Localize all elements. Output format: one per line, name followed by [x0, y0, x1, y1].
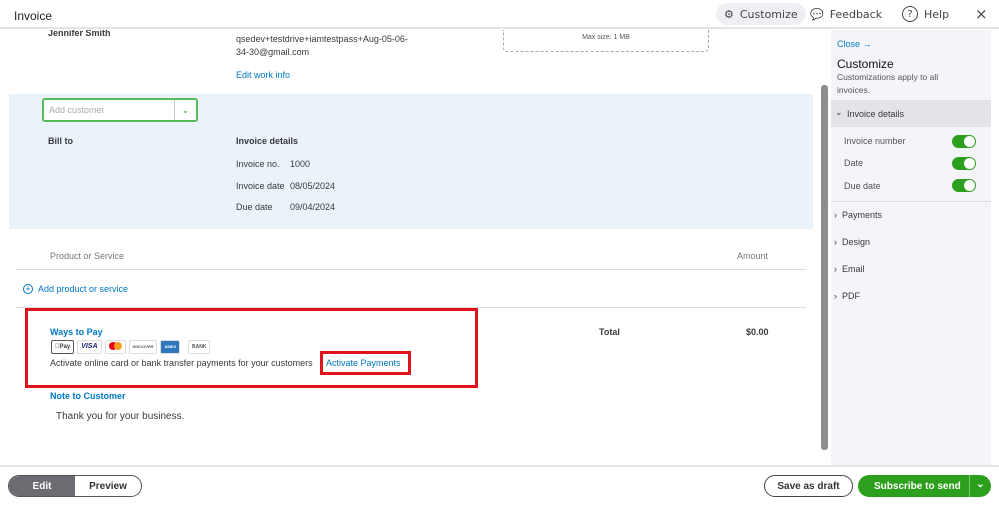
section-design[interactable]: › Design	[834, 237, 870, 247]
add-product-button[interactable]: + Add product or service	[23, 284, 128, 294]
preview-tab[interactable]: Preview	[75, 476, 141, 496]
edit-tab[interactable]: Edit	[9, 476, 75, 496]
add-product-label: Add product or service	[38, 284, 129, 294]
toggle-label-date: Date	[844, 158, 864, 168]
feedback-button[interactable]: 💬 Feedback	[810, 3, 882, 25]
date-toggle[interactable]	[952, 157, 976, 170]
edit-work-info-link[interactable]: Edit work info	[236, 70, 290, 80]
section-pdf[interactable]: › PDF	[834, 291, 860, 301]
customer-email-2: 34-30@gmail.com	[236, 47, 310, 57]
plus-circle-icon: +	[23, 284, 33, 294]
feedback-label: Feedback	[829, 7, 883, 21]
toggle-label-invoice-number: Invoice number	[844, 136, 906, 146]
total-value: $0.00	[746, 327, 769, 337]
header: Invoice ⚙ Customize 💬 Feedback ? Help ×	[0, 0, 999, 29]
apple-pay-icon: Pay	[51, 340, 75, 354]
section-label: Invoice details	[847, 109, 905, 119]
page-title: Invoice	[14, 9, 53, 23]
subscribe-button[interactable]: Subscribe to send ⌄	[858, 475, 991, 497]
section-label: PDF	[842, 291, 861, 301]
help-label: Help	[924, 7, 950, 21]
due-date-label: Due date	[236, 202, 273, 212]
ways-to-pay-text: Activate online card or bank transfer pa…	[50, 358, 313, 368]
chevron-down-icon[interactable]: ⌄	[969, 475, 991, 497]
ways-to-pay-heading: Ways to Pay	[50, 327, 103, 337]
save-draft-button[interactable]: Save as draft	[764, 475, 853, 497]
visa-icon: VISA	[77, 340, 102, 354]
chevron-right-icon: ›	[834, 264, 837, 274]
section-label: Design	[842, 237, 871, 247]
bill-to-label: Bill to	[48, 136, 73, 146]
invoice-number-toggle[interactable]	[952, 135, 976, 148]
toggle-label-due-date: Due date	[844, 181, 881, 191]
amount-column-header: Amount	[737, 251, 769, 261]
bank-icon: BANK	[188, 340, 211, 354]
section-invoice-details[interactable]: ⌄ Invoice details	[831, 100, 991, 127]
mastercard-icon	[104, 340, 126, 354]
total-label: Total	[599, 327, 620, 337]
logo-hint: Max size: 1 MB	[582, 34, 630, 41]
footer: Edit Preview Save as draft Subscribe to …	[0, 465, 999, 505]
activate-payments-link[interactable]: Activate Payments	[326, 358, 401, 368]
invoice-date-label: Invoice date	[236, 181, 285, 191]
section-payments[interactable]: › Payments	[834, 210, 882, 220]
discover-icon: DISCOVER	[128, 340, 158, 354]
divider	[831, 201, 991, 202]
add-customer-dropdown[interactable]: Add customer ⌄	[42, 98, 198, 122]
edit-preview-toggle[interactable]: Edit Preview	[8, 475, 142, 497]
customize-panel: Close → Customize Customizations apply t…	[831, 30, 991, 465]
invoice-date[interactable]: 08/05/2024	[290, 181, 335, 191]
section-label: Email	[842, 264, 865, 274]
customer-name: Jennifer Smith	[48, 30, 111, 38]
payment-card-icons: Pay VISA DISCOVER AMEX BANK	[51, 340, 211, 354]
chat-bubble-icon: 💬	[810, 7, 824, 21]
invoice-number[interactable]: 1000	[290, 159, 310, 169]
close-panel-link[interactable]: Close →	[837, 39, 872, 49]
due-date-toggle[interactable]	[952, 179, 976, 192]
invoice-details-heading: Invoice details	[236, 136, 299, 146]
add-customer-placeholder: Add customer	[49, 105, 105, 115]
note-text[interactable]: Thank you for your business.	[56, 411, 184, 422]
panel-subtitle-2: invoices.	[837, 85, 871, 95]
chevron-down-icon: ⌄	[835, 107, 843, 117]
help-icon: ?	[902, 6, 918, 22]
invoice-number-label: Invoice no.	[236, 159, 280, 169]
invoice-form: Jennifer Smith qsedev+testdrive+iamtestp…	[0, 30, 820, 465]
customize-label: Customize	[739, 7, 798, 21]
due-date[interactable]: 09/04/2024	[290, 202, 335, 212]
section-label: Payments	[842, 210, 883, 220]
note-heading: Note to Customer	[50, 391, 126, 401]
panel-subtitle: Customizations apply to all	[837, 72, 939, 82]
amex-icon: AMEX	[160, 340, 180, 354]
logo-upload[interactable]: Max size: 1 MB	[503, 30, 709, 52]
chevron-right-icon: ›	[834, 291, 837, 301]
chevron-down-icon[interactable]: ⌄	[174, 100, 196, 120]
customize-button[interactable]: ⚙ Customize	[716, 3, 806, 25]
divider	[16, 269, 806, 270]
main-scrollbar[interactable]	[821, 85, 828, 450]
subscribe-label: Subscribe to send	[874, 480, 961, 492]
chevron-right-icon: ›	[834, 237, 837, 247]
product-column-header: Product or Service	[50, 251, 125, 261]
section-email[interactable]: › Email	[834, 264, 865, 274]
panel-title: Customize	[837, 57, 894, 71]
customer-email: qsedev+testdrive+iamtestpass+Aug-05-06-	[236, 34, 408, 44]
chevron-right-icon: ›	[834, 210, 837, 220]
help-button[interactable]: ? Help	[902, 3, 949, 25]
gear-icon: ⚙	[724, 7, 734, 21]
close-icon[interactable]: ×	[975, 3, 988, 25]
